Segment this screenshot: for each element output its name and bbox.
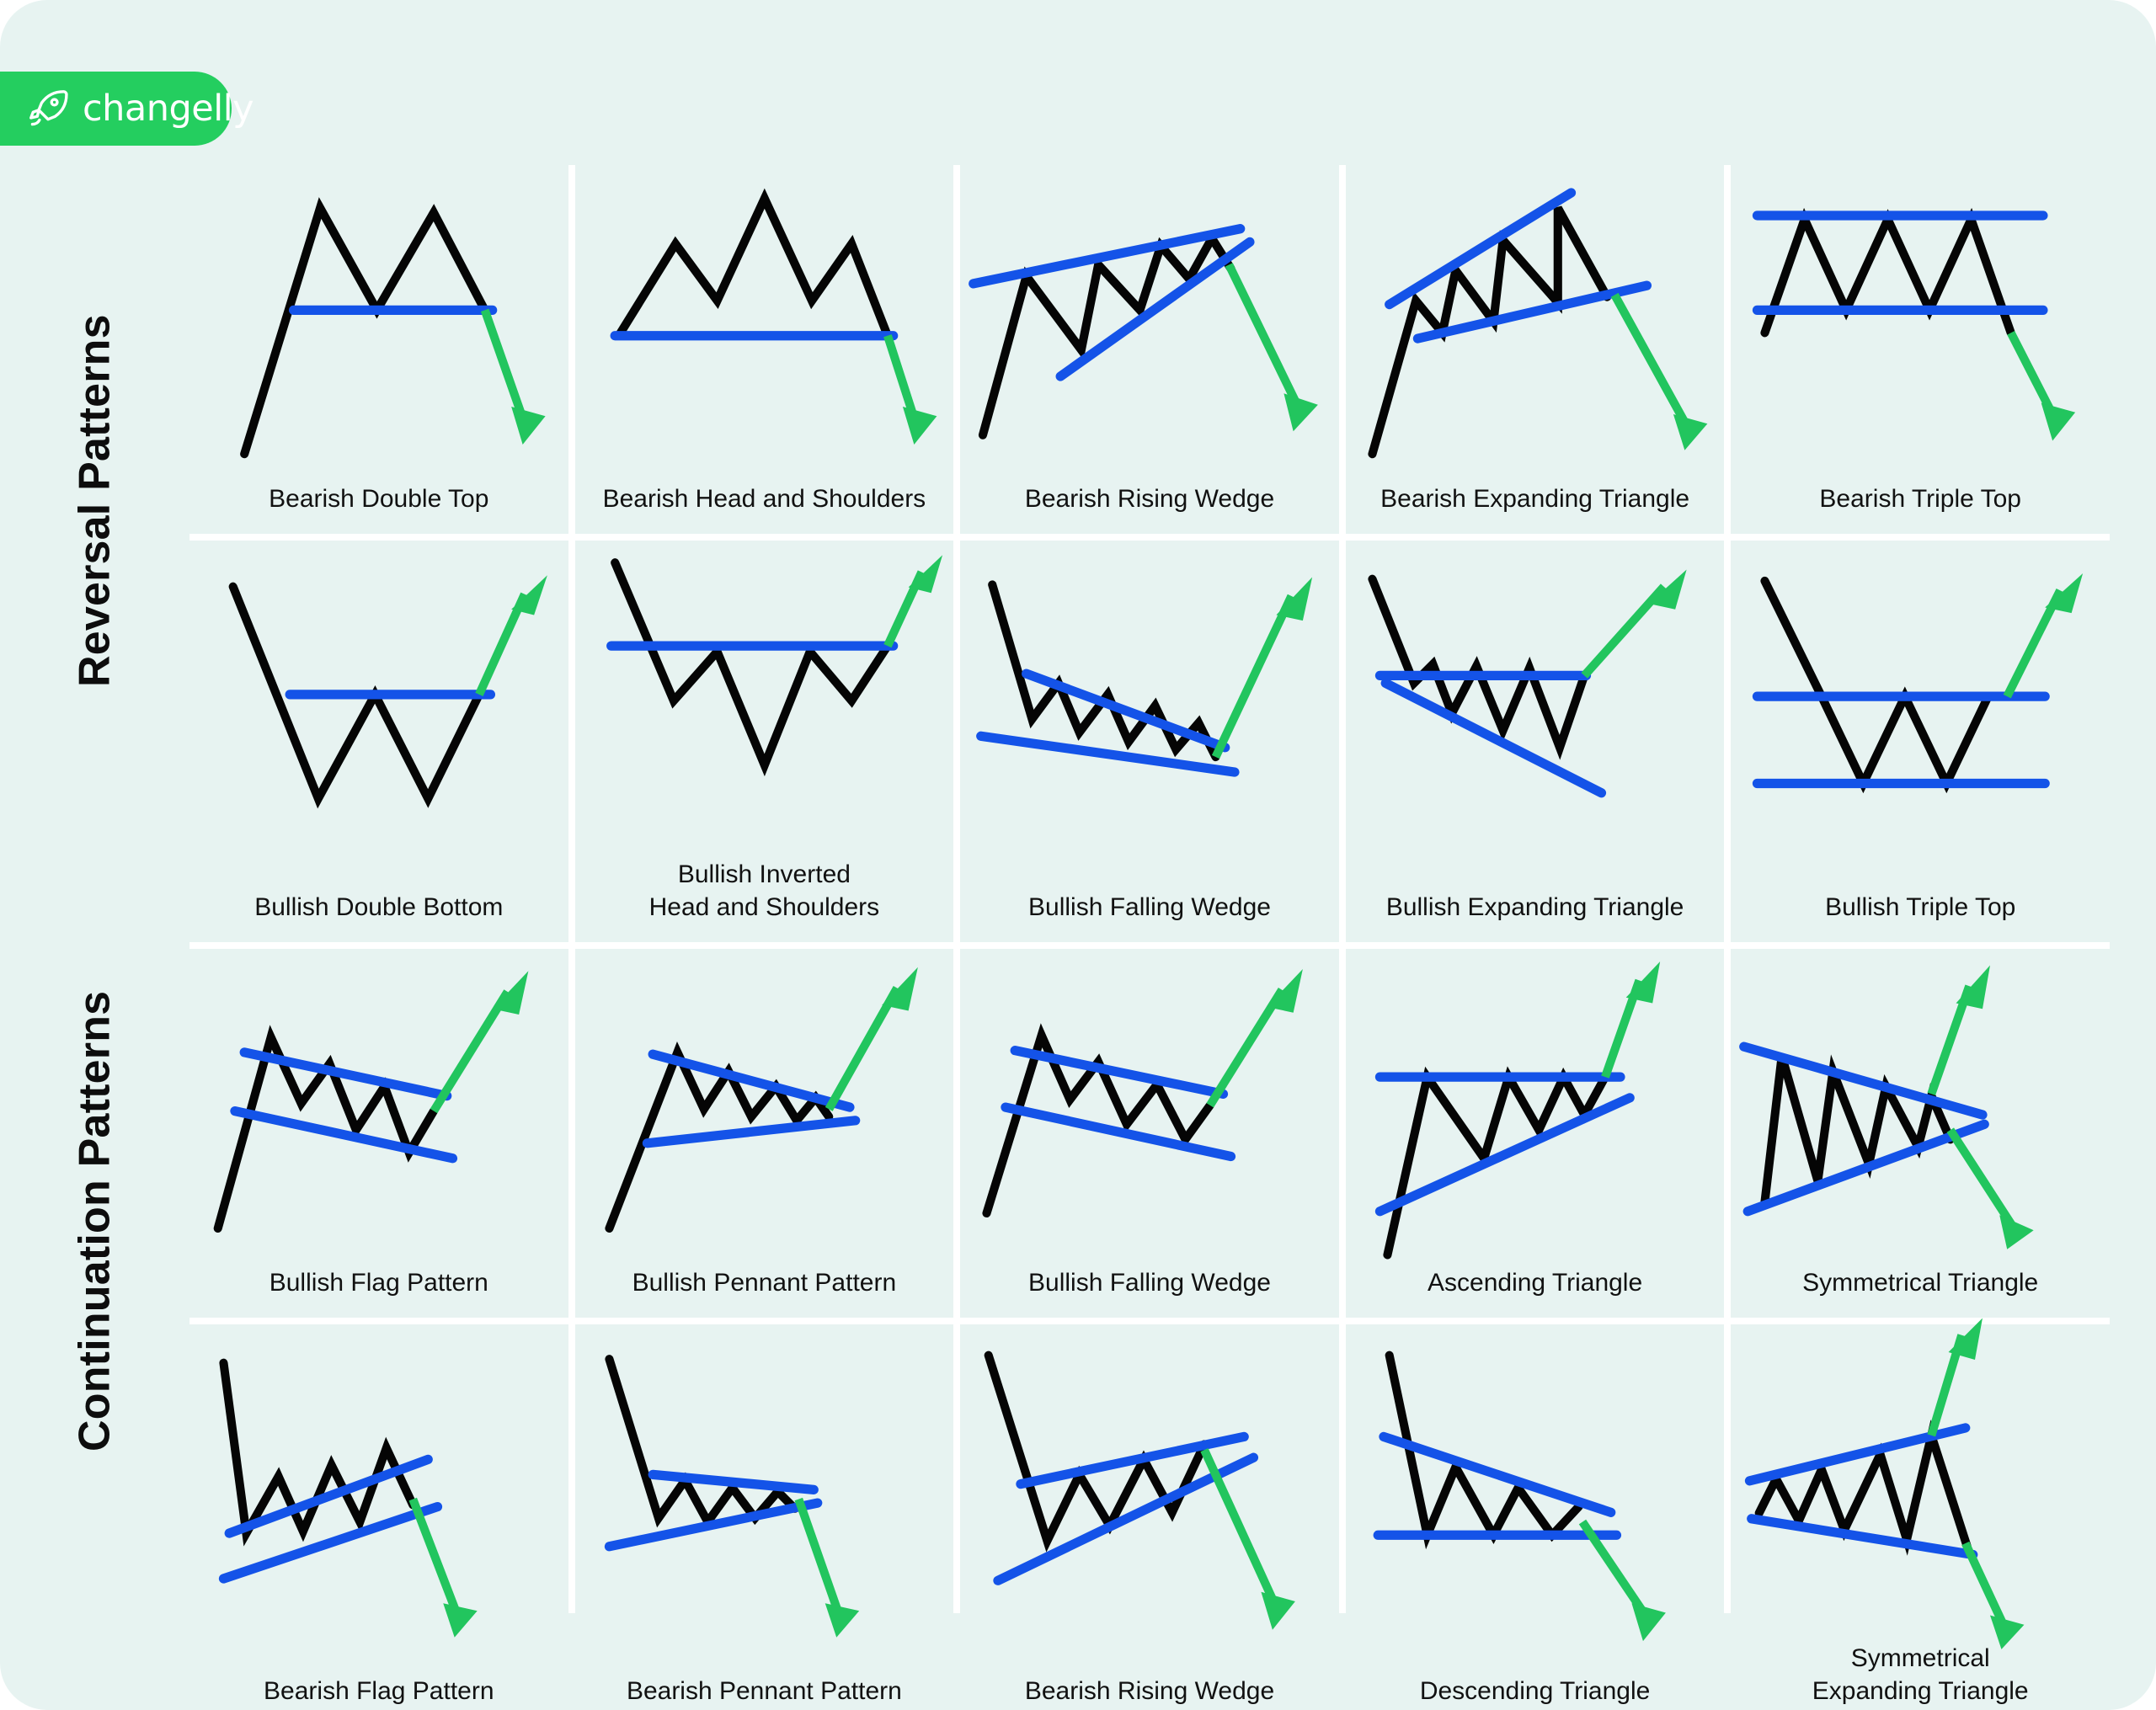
brand-wordmark: changelly — [83, 87, 254, 130]
pattern-caption: Descending Triangle — [1419, 1676, 1651, 1705]
pattern-caption: Bullish Triple Top — [1825, 892, 2016, 921]
pattern-cell-bearish-double-top[interactable]: Bearish Double Top — [189, 165, 568, 534]
pattern-cell-bearish-head-and-shoulders[interactable]: Bearish Head and Shoulders — [574, 165, 954, 534]
bearish-triple-top-diagram — [1731, 170, 2110, 482]
pattern-caption: Ascending Triangle — [1428, 1268, 1643, 1297]
infographic-root: changelly Reversal Patterns Continuation… — [0, 0, 2156, 1710]
ascending-triangle-diagram — [1346, 954, 1725, 1266]
bullish-falling-wedge-reversal-diagram — [960, 546, 1339, 891]
pattern-caption: Bearish Head and Shoulders — [602, 484, 926, 513]
pattern-caption: Bearish Triple Top — [1819, 484, 2021, 513]
section-label-reversal: Reversal Patterns — [70, 314, 120, 688]
pattern-caption: Bearish Rising Wedge — [1024, 484, 1275, 513]
pattern-cell-ascending-triangle[interactable]: Ascending Triangle — [1345, 948, 1725, 1318]
pattern-cell-bearish-rising-wedge-continuation[interactable]: Bearish Rising Wedge — [960, 1324, 1339, 1710]
pattern-caption: Bullish Expanding Triangle — [1385, 892, 1684, 921]
bullish-falling-wedge-continuation-diagram — [960, 954, 1339, 1266]
pattern-caption: Bullish Falling Wedge — [1028, 1268, 1271, 1297]
pattern-caption: Symmetrical Triangle — [1802, 1268, 2039, 1297]
pattern-caption: Bearish Rising Wedge — [1024, 1676, 1275, 1705]
bearish-rising-wedge-diagram — [960, 170, 1339, 482]
pattern-caption: Bullish Inverted Head and Shoulders — [648, 860, 880, 921]
pattern-cell-descending-triangle[interactable]: Descending Triangle — [1345, 1324, 1725, 1710]
changelly-logo-badge: changelly — [0, 72, 254, 146]
bearish-flag-diagram — [189, 1329, 568, 1675]
pattern-cell-bullish-pennant[interactable]: Bullish Pennant Pattern — [574, 948, 954, 1318]
pattern-caption: Bearish Pennant Pattern — [626, 1676, 902, 1705]
bearish-expanding-triangle-diagram — [1346, 170, 1725, 482]
rocket-icon — [29, 90, 68, 126]
symmetrical-triangle-diagram — [1731, 954, 2110, 1266]
pattern-cell-bearish-pennant[interactable]: Bearish Pennant Pattern — [574, 1324, 954, 1710]
pattern-cell-bullish-falling-wedge-continuation[interactable]: Bullish Falling Wedge — [960, 948, 1339, 1318]
pattern-cell-bullish-triple-top[interactable]: Bullish Triple Top — [1731, 540, 2110, 942]
pattern-caption: Symmetrical Expanding Triangle — [1812, 1643, 2029, 1705]
pattern-cell-bearish-triple-top[interactable]: Bearish Triple Top — [1731, 165, 2110, 534]
pattern-cell-bullish-expanding-triangle[interactable]: Bullish Expanding Triangle — [1345, 540, 1725, 942]
pattern-grid: Bearish Double Top Bearish Head and Shou… — [189, 165, 2110, 1710]
pattern-cell-symmetrical-triangle[interactable]: Symmetrical Triangle — [1731, 948, 2110, 1318]
pattern-cell-bullish-double-bottom[interactable]: Bullish Double Bottom — [189, 540, 568, 942]
pattern-cell-symmetrical-expanding-triangle[interactable]: Symmetrical Expanding Triangle — [1731, 1318, 2110, 1710]
bearish-rising-wedge-continuation-diagram — [960, 1329, 1339, 1675]
pattern-caption: Bearish Expanding Triangle — [1380, 484, 1690, 513]
bearish-double-top-diagram — [189, 170, 568, 482]
bullish-triple-top-diagram — [1731, 546, 2110, 891]
pattern-caption: Bearish Flag Pattern — [264, 1676, 494, 1705]
pattern-caption: Bullish Pennant Pattern — [632, 1268, 897, 1297]
pattern-cell-bearish-expanding-triangle[interactable]: Bearish Expanding Triangle — [1345, 165, 1725, 534]
bearish-pennant-diagram — [575, 1329, 954, 1675]
pattern-caption: Bearish Double Top — [269, 484, 489, 513]
pattern-caption: Bullish Double Bottom — [254, 892, 504, 921]
pattern-cell-bullish-flag[interactable]: Bullish Flag Pattern — [189, 948, 568, 1318]
pattern-cell-bearish-rising-wedge[interactable]: Bearish Rising Wedge — [960, 165, 1339, 534]
descending-triangle-diagram — [1346, 1329, 1725, 1675]
pattern-cell-bullish-inverted-head-and-shoulders[interactable]: Bullish Inverted Head and Shoulders — [574, 540, 954, 942]
pattern-cell-bearish-flag[interactable]: Bearish Flag Pattern — [189, 1324, 568, 1710]
bullish-flag-diagram — [189, 954, 568, 1266]
pattern-caption: Bullish Flag Pattern — [269, 1268, 488, 1297]
pattern-caption: Bullish Falling Wedge — [1028, 892, 1271, 921]
pattern-cell-bullish-falling-wedge-reversal[interactable]: Bullish Falling Wedge — [960, 540, 1339, 942]
bearish-head-and-shoulders-diagram — [575, 170, 954, 482]
bullish-expanding-triangle-diagram — [1346, 546, 1725, 891]
bullish-double-bottom-diagram — [189, 546, 568, 891]
section-label-continuation: Continuation Patterns — [70, 990, 120, 1452]
bullish-pennant-diagram — [575, 954, 954, 1266]
bullish-inverted-head-and-shoulders-diagram — [575, 546, 954, 858]
symmetrical-expanding-triangle-diagram — [1731, 1318, 2110, 1649]
